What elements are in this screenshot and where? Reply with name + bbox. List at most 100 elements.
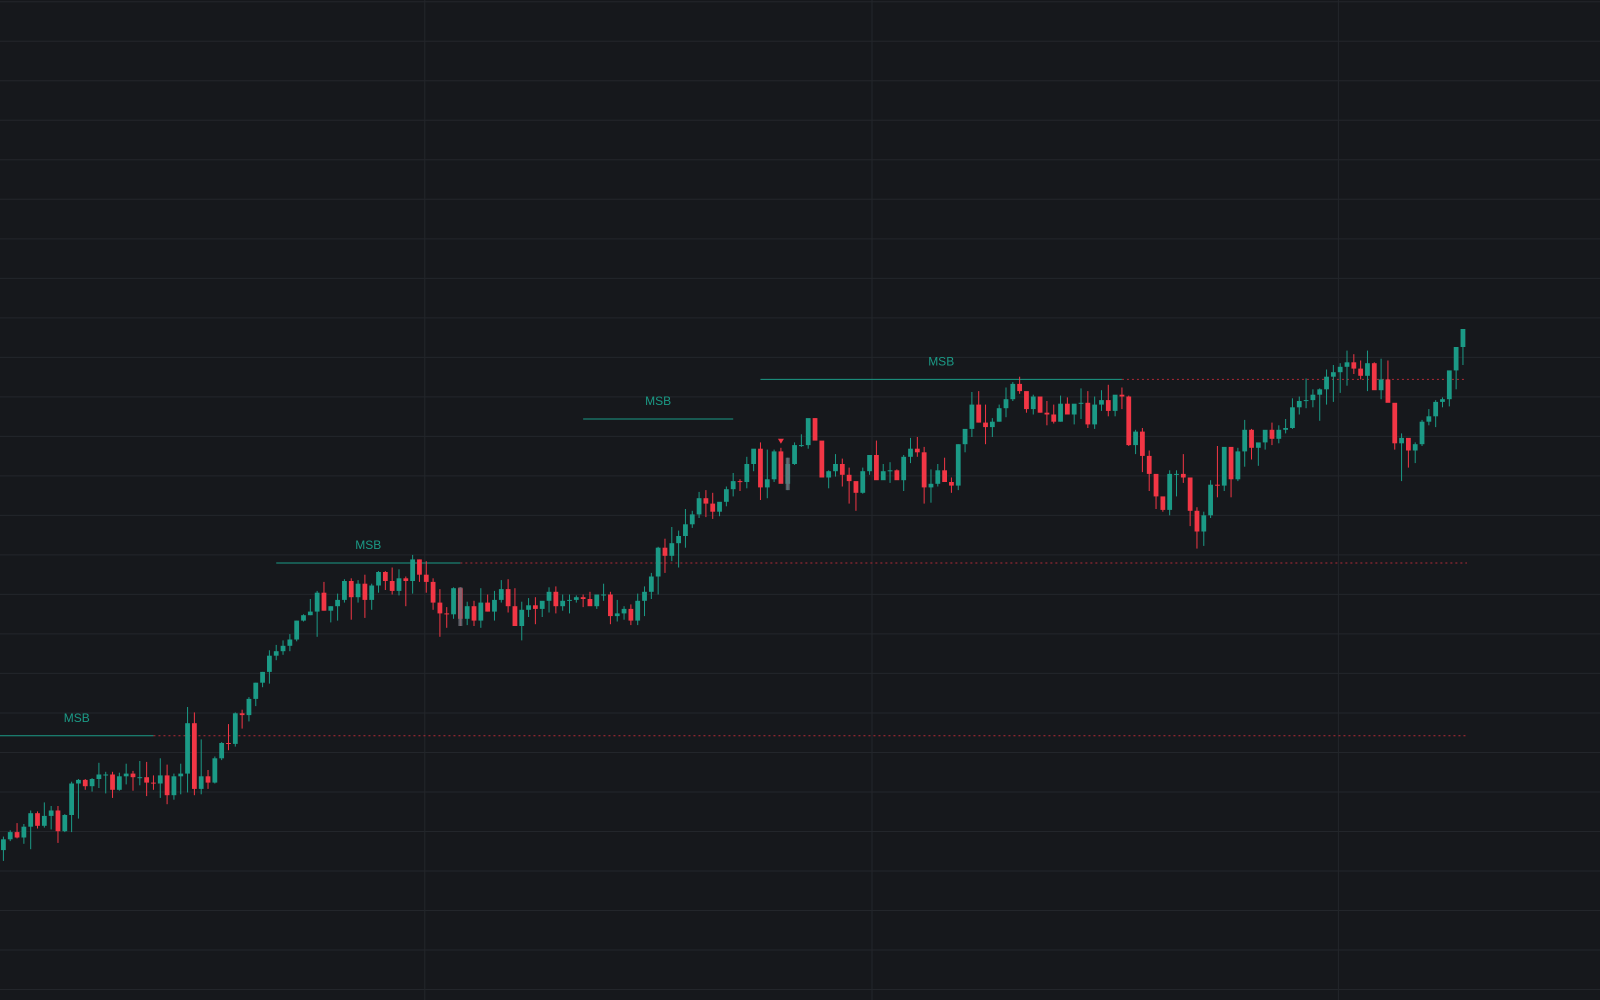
- candle-body: [403, 578, 409, 581]
- candle-body: [901, 456, 907, 481]
- candle-body: [710, 503, 716, 512]
- candle-body: [839, 464, 845, 475]
- candle-body: [355, 583, 361, 598]
- candle-body: [512, 606, 518, 626]
- candle-body: [533, 605, 538, 609]
- chart-canvas[interactable]: MSB MSB MSB MSB: [0, 0, 1600, 1000]
- candle-body: [157, 775, 163, 784]
- candle-body: [69, 783, 74, 815]
- candle-body: [41, 815, 47, 826]
- candle-body: [437, 602, 443, 614]
- candle: [860, 467, 866, 494]
- candle-body: [1290, 407, 1295, 428]
- candle-body: [1283, 428, 1289, 430]
- highlight-bar: [785, 457, 790, 491]
- candle-body: [1426, 416, 1432, 422]
- candle: [792, 442, 797, 465]
- candle-body: [226, 743, 231, 744]
- candle-body: [110, 774, 115, 790]
- candle-body: [1153, 473, 1159, 497]
- candle-body: [1337, 366, 1343, 373]
- candle-body: [116, 776, 122, 790]
- candle-body: [314, 592, 320, 612]
- candle: [1010, 382, 1016, 401]
- candle-body: [130, 773, 136, 778]
- candle-body: [1324, 376, 1329, 390]
- candle-body: [683, 524, 688, 536]
- candle-body: [171, 776, 177, 796]
- candle-body: [14, 832, 20, 838]
- candle-body: [423, 574, 429, 582]
- candle-body: [737, 481, 743, 483]
- candle-body: [362, 583, 368, 600]
- candle-body: [587, 599, 593, 607]
- candle-body: [96, 774, 102, 779]
- candle-body: [219, 743, 225, 759]
- candle-body: [819, 440, 825, 478]
- candle: [451, 587, 456, 619]
- candle-body: [1249, 429, 1254, 448]
- candle-body: [76, 779, 81, 784]
- candle-body: [614, 613, 620, 617]
- candle-body: [860, 471, 866, 493]
- candle: [1371, 362, 1377, 391]
- candle-body: [369, 585, 375, 600]
- candle: [212, 756, 218, 784]
- candle-body: [1030, 396, 1036, 410]
- candle-body: [294, 620, 300, 640]
- candle-body: [1351, 362, 1357, 369]
- candle-body: [1078, 402, 1084, 404]
- candle-body: [151, 782, 156, 784]
- candle-body: [676, 536, 682, 544]
- candle: [1419, 419, 1425, 446]
- candle-body: [505, 589, 511, 607]
- candlestick-chart[interactable]: MSB MSB MSB MSB: [0, 0, 1600, 1000]
- candle-body: [478, 602, 484, 621]
- candle-body: [1385, 379, 1391, 403]
- candle: [805, 418, 811, 449]
- candle: [1235, 447, 1241, 482]
- candle-body: [1133, 431, 1138, 446]
- candle-body: [778, 451, 784, 484]
- candle-body: [812, 418, 818, 441]
- candle-body: [1194, 510, 1200, 532]
- candle-body: [519, 609, 525, 626]
- candle-body: [669, 543, 675, 556]
- candle-body: [1064, 403, 1070, 415]
- candle-body: [1317, 389, 1323, 395]
- candle-body: [1, 839, 6, 851]
- candle: [191, 712, 197, 796]
- candle-body: [1296, 401, 1302, 408]
- candle-body: [689, 514, 695, 525]
- candle-body: [955, 444, 961, 486]
- msb-label: MSB: [64, 711, 90, 725]
- candle: [778, 447, 784, 484]
- candle-body: [1003, 399, 1009, 409]
- candle-body: [696, 498, 702, 515]
- candle-body: [1024, 391, 1029, 410]
- candle-body: [1174, 473, 1179, 475]
- candle-body: [628, 608, 634, 621]
- candle-body: [1446, 370, 1452, 400]
- candle: [1160, 496, 1166, 512]
- candle-body: [191, 723, 197, 789]
- candle: [342, 579, 347, 603]
- candle-body: [771, 451, 777, 480]
- candle-body: [123, 773, 129, 777]
- candle: [1167, 470, 1173, 516]
- candle-body: [417, 559, 422, 575]
- candle-body: [949, 482, 954, 486]
- candle-body: [1255, 442, 1261, 448]
- candle-body: [1092, 404, 1098, 425]
- candle-body: [608, 594, 613, 617]
- candle-body: [55, 810, 61, 832]
- candle-body: [887, 470, 893, 472]
- candle-body: [983, 422, 988, 428]
- candle-body: [1201, 515, 1207, 532]
- candle-body: [205, 776, 211, 783]
- candle-body: [410, 559, 416, 581]
- msb-label: MSB: [645, 394, 671, 408]
- candle-body: [874, 455, 879, 481]
- candle-body: [1235, 451, 1241, 480]
- candle-body: [1167, 473, 1173, 510]
